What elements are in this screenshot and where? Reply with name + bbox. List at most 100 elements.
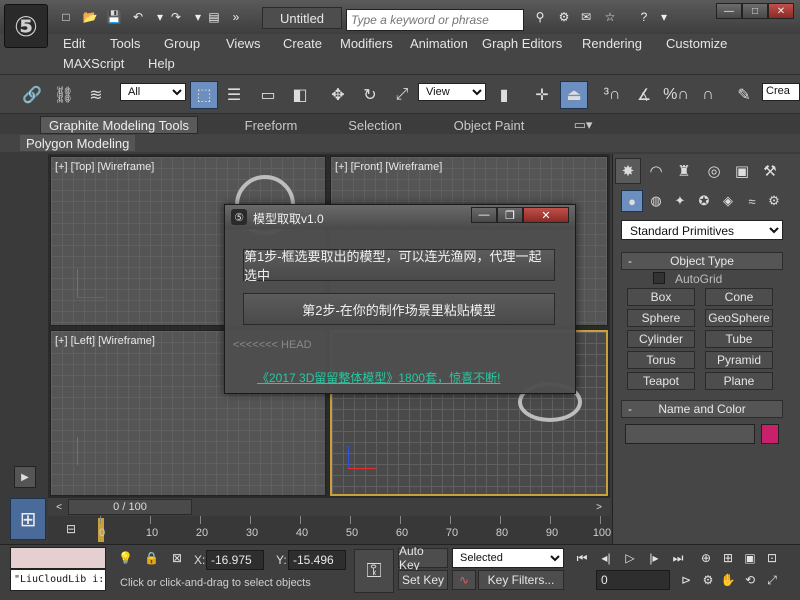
rectangular-selection-icon[interactable]: ▭ [254,81,282,109]
teapot-button[interactable]: Teapot [627,372,695,390]
viewport-left-label[interactable]: [+] [Left] [Wireframe] [55,335,155,347]
key-tangents-icon[interactable]: ∿ [452,570,476,590]
ribbon-options-icon[interactable]: ▭▾ [570,116,596,134]
systems-icon[interactable]: ⚙ [763,190,785,212]
curve-editor-icon[interactable]: ⊟ [56,518,86,540]
time-configuration-icon[interactable]: ⚙ [698,570,718,590]
current-frame-input[interactable]: 0 [596,570,670,590]
pyramid-button[interactable]: Pyramid [705,351,773,369]
menu-animation[interactable]: Animation [410,36,468,51]
menu-create[interactable]: Create [283,36,322,51]
menu-views[interactable]: Views [226,36,260,51]
menu-maxscript[interactable]: MAXScript [63,56,124,71]
help-dropdown-icon[interactable]: ▾ [654,8,674,26]
communication-icon[interactable]: ✉ [576,8,596,26]
space-warps-icon[interactable]: ≈ [741,190,763,212]
menu-edit[interactable]: Edit [63,36,85,51]
menu-graph-editors[interactable]: Graph Editors [482,36,562,51]
object-name-input[interactable] [625,424,755,444]
mini-listener-toggle-icon[interactable]: ▶ [14,466,36,488]
geometry-icon[interactable]: ● [621,190,643,212]
menu-group[interactable]: Group [164,36,200,51]
create-tab-icon[interactable]: ✸ [615,158,641,184]
new-file-icon[interactable]: □ [56,8,76,26]
percent-snap-icon[interactable]: %∩ [662,81,690,109]
menu-customize[interactable]: Customize [666,36,727,51]
tab-selection[interactable]: Selection [330,116,420,134]
redo-icon[interactable]: ↷ [166,8,186,26]
search-input[interactable] [346,9,524,31]
viewport-top-label[interactable]: [+] [Top] [Wireframe] [55,161,154,173]
dialog-minimize-button[interactable]: — [471,207,497,223]
minimize-button[interactable]: — [716,3,742,19]
rotate-icon[interactable]: ↻ [356,81,384,109]
absolute-mode-icon[interactable]: ⊠ [172,551,188,567]
move-icon[interactable]: ✥ [324,81,352,109]
dialog-titlebar[interactable]: ⑤ 模型取取v1.0 — ❐ ✕ [225,205,575,229]
y-coordinate-input[interactable]: -15.496 [288,550,346,570]
menu-modifiers[interactable]: Modifiers [340,36,393,51]
cameras-icon[interactable]: ✪ [693,190,715,212]
key-selection-dropdown[interactable]: Selected [452,548,564,568]
polygon-modeling-panel[interactable]: Polygon Modeling [20,135,136,151]
window-crossing-icon[interactable]: ◧ [286,81,314,109]
shapes-icon[interactable]: ◍ [645,190,667,212]
sphere-button[interactable]: Sphere [627,309,695,327]
object-type-rollout[interactable]: - Object Type [621,252,783,270]
select-object-icon[interactable]: ⬚ [190,81,218,109]
hierarchy-tab-icon[interactable]: ♜ [671,158,697,184]
cone-button[interactable]: Cone [705,288,773,306]
torus-button[interactable]: Torus [627,351,695,369]
zoom-icon[interactable]: ⊕ [696,548,716,568]
helpers-icon[interactable]: ◈ [717,190,739,212]
tube-button[interactable]: Tube [705,330,773,348]
frame-counter[interactable]: 0 / 100 [68,499,192,515]
tab-freeform[interactable]: Freeform [226,116,316,134]
name-and-color-rollout[interactable]: - Name and Color [621,400,783,418]
close-button[interactable]: ✕ [768,3,794,19]
snaps-toggle-icon[interactable]: ³∩ [598,81,626,109]
maximize-button[interactable]: □ [742,3,768,19]
save-file-icon[interactable]: 💾 [104,8,124,26]
tab-graphite-modeling-tools[interactable]: Graphite Modeling Tools [40,116,198,134]
help-icon[interactable]: ? [634,8,654,26]
step2-paste-button[interactable]: 第2步-在你的制作场景里粘贴模型 [243,293,555,325]
display-tab-icon[interactable]: ▣ [729,158,755,184]
lights-icon[interactable]: ✦ [669,190,691,212]
subscription-icon[interactable]: ⚙ [554,8,574,26]
key-filters-button[interactable]: Key Filters... [478,570,564,590]
zoom-extents-all-icon[interactable]: ⊡ [762,548,782,568]
dialog-close-button[interactable]: ✕ [523,207,569,223]
zoom-all-icon[interactable]: ⊞ [718,548,738,568]
x-coordinate-input[interactable]: -16.975 [206,550,264,570]
motion-tab-icon[interactable]: ◎ [701,158,727,184]
go-to-start-icon[interactable]: ⏮ [572,548,592,568]
cylinder-button[interactable]: Cylinder [627,330,695,348]
selection-lock-icon[interactable]: 🔒 [144,551,160,567]
next-frame-icon[interactable]: |▸ [644,548,664,568]
menu-help[interactable]: Help [148,56,175,71]
named-selection-field[interactable]: Crea [762,83,800,101]
time-prev-icon[interactable]: < [52,500,66,514]
binoculars-icon[interactable]: ⚲ [530,8,550,26]
promo-link[interactable]: 《2017 3D留留整体模型》1800套，惊喜不断! [257,369,500,386]
project-folder-icon[interactable]: ▤ [204,8,224,26]
maximize-viewport-icon[interactable]: ⤢ [762,570,782,590]
geosphere-button[interactable]: GeoSphere [705,309,773,327]
object-color-swatch[interactable] [761,424,779,444]
manipulate-icon[interactable]: ✛ [528,81,556,109]
dialog-restore-button[interactable]: ❐ [497,207,523,223]
set-key-button[interactable]: Set Key [398,570,448,590]
autogrid-checkbox[interactable] [653,272,665,284]
plane-button[interactable]: Plane [705,372,773,390]
zoom-extents-icon[interactable]: ▣ [740,548,760,568]
go-to-end-icon[interactable]: ⏭ [668,548,688,568]
angle-snap-icon[interactable]: ∡ [630,81,658,109]
modify-tab-icon[interactable]: ◠ [643,158,669,184]
unlink-icon[interactable]: ⛓ [50,81,78,109]
select-and-link-icon[interactable]: 🔗 [18,81,46,109]
track-bar[interactable]: 0 10 20 30 40 50 60 70 80 90 100 [48,516,611,544]
keyboard-shortcut-override-icon[interactable]: ⏏ [560,81,588,109]
menu-tools[interactable]: Tools [110,36,140,51]
orbit-icon[interactable]: ⟲ [740,570,760,590]
